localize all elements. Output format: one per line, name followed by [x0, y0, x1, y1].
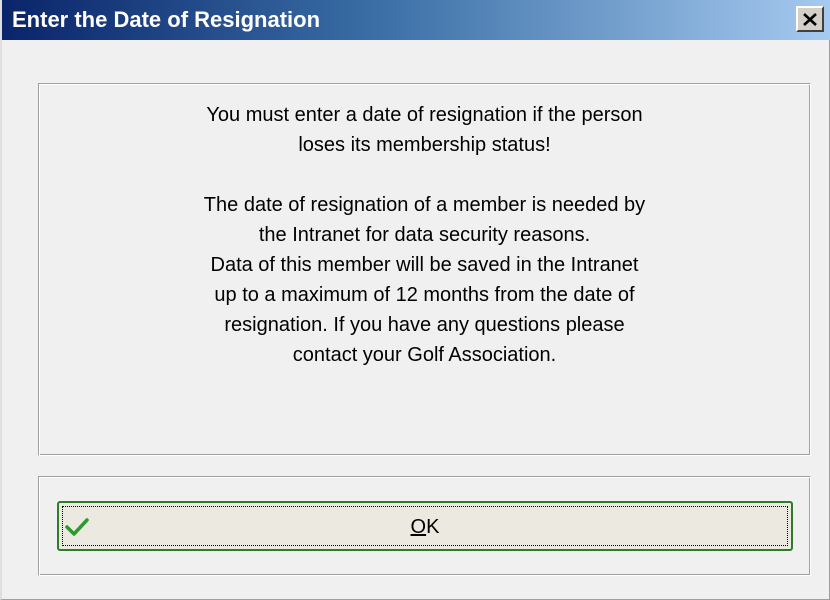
message-line: up to a maximum of 12 months from the da… — [214, 284, 635, 306]
message-line: resignation. If you have any questions p… — [224, 314, 625, 336]
message-line: Data of this member will be saved in the… — [210, 254, 639, 276]
dialog-window: Enter the Date of Resignation You must e… — [0, 0, 830, 600]
close-icon — [803, 12, 817, 26]
message-text: You must enter a date of resignation if … — [39, 100, 810, 370]
ok-accelerator: O — [410, 516, 427, 538]
button-panel: OK — [38, 476, 811, 576]
message-line: the Intranet for data security reasons. — [258, 224, 591, 246]
window-title: Enter the Date of Resignation — [12, 7, 321, 32]
ok-button-label: OK — [59, 515, 791, 539]
message-line: loses its membership status! — [298, 134, 551, 156]
message-panel: You must enter a date of resignation if … — [38, 83, 811, 456]
ok-button[interactable]: OK — [57, 501, 793, 551]
message-line: The date of resignation of a member is n… — [203, 194, 646, 216]
message-line: contact your Golf Association. — [292, 344, 557, 366]
ok-label-rest: K — [426, 516, 440, 538]
title-bar[interactable]: Enter the Date of Resignation — [2, 0, 830, 40]
close-button[interactable] — [796, 6, 824, 32]
message-line: You must enter a date of resignation if … — [206, 104, 643, 126]
